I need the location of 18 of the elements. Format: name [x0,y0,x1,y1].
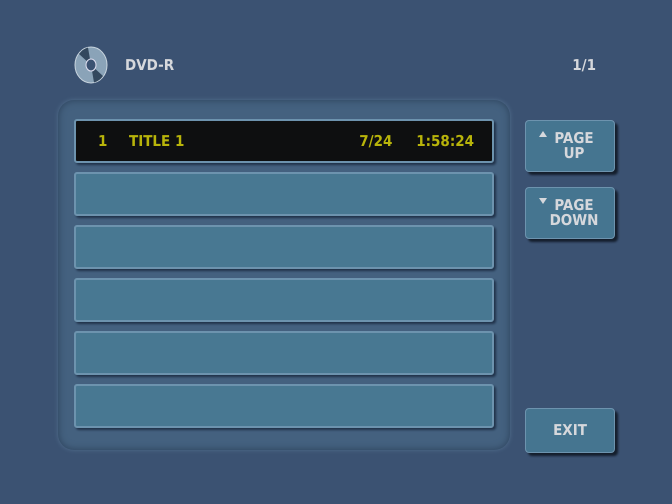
title-row[interactable] [74,331,494,375]
title-row[interactable] [74,172,494,216]
title-name: TITLE 1 [129,132,186,150]
down-triangle-icon [539,198,547,204]
title-row[interactable]: 1 TITLE 1 7/24 1:58:24 [74,119,494,163]
page-up-button[interactable]: PAGE UP [525,120,615,172]
disc-icon [74,46,108,84]
chapter-count: 7/24 [359,132,394,150]
title-row[interactable] [74,384,494,428]
title-row[interactable] [74,225,494,269]
page-indicator: 1/1 [572,56,596,74]
title-row[interactable] [74,278,494,322]
exit-button[interactable]: EXIT [525,408,615,453]
title-number: 1 [98,132,108,150]
title-duration: 1:58:24 [416,132,474,150]
disc-type-label: DVD-R [125,56,174,74]
page-down-button[interactable]: PAGE DOWN [525,187,615,239]
up-triangle-icon [539,131,547,137]
